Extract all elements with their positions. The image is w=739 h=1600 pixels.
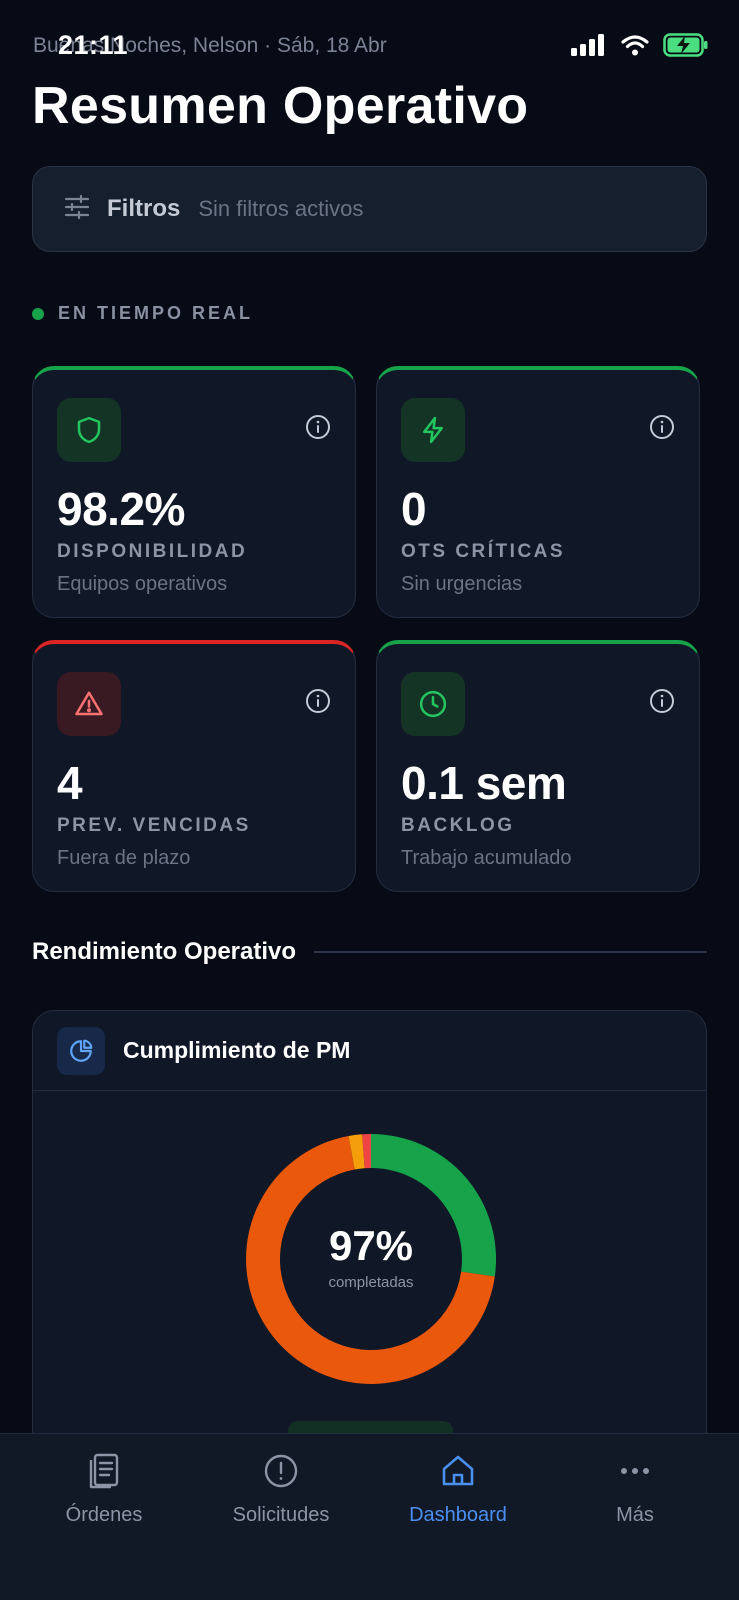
kpi-label: BACKLOG: [401, 815, 515, 836]
tab-label: Órdenes: [65, 1504, 143, 1526]
home-icon: [440, 1448, 476, 1494]
tab-requests[interactable]: Solicitudes: [193, 1448, 369, 1527]
chart-header: Cumplimiento de PM: [33, 1011, 706, 1091]
orders-icon: [87, 1448, 121, 1494]
filter-bar[interactable]: Filtros Sin filtros activos: [32, 166, 707, 252]
kpi-value: 0.1 sem: [401, 757, 567, 809]
kpi-label: OTS CRÍTICAS: [401, 541, 566, 562]
live-dot-icon: [32, 307, 44, 320]
clock-icon: [401, 672, 465, 736]
kpi-card-availability[interactable]: 98.2% DISPONIBILIDAD Equipos operativos: [32, 366, 356, 618]
wifi-icon: [621, 34, 649, 61]
info-icon[interactable]: [305, 688, 331, 719]
info-icon[interactable]: [305, 414, 331, 445]
donut-percent: 97%: [328, 1221, 414, 1269]
status-bar-time: 21:11: [58, 30, 129, 60]
more-dots-icon: [620, 1448, 650, 1494]
tab-more[interactable]: Más: [547, 1448, 723, 1527]
section-header: Rendimiento Operativo: [32, 938, 707, 966]
battery-charging-icon: [663, 33, 709, 62]
kpi-card-critical-orders[interactable]: 0 OTS CRÍTICAS Sin urgencias: [376, 366, 700, 618]
live-indicator: EN TIEMPO REAL: [32, 303, 253, 324]
tab-label: Dashboard: [409, 1504, 507, 1526]
tab-label: Solicitudes: [232, 1504, 330, 1526]
pie-chart-icon: [57, 1026, 105, 1075]
chart-title: Cumplimiento de PM: [123, 1037, 351, 1063]
section-divider: [314, 951, 707, 953]
sliders-icon: [63, 193, 91, 226]
page-title: Resumen Operativo: [32, 77, 529, 135]
warning-triangle-icon: [57, 672, 121, 736]
kpi-label: DISPONIBILIDAD: [57, 541, 248, 562]
alert-circle-icon: [263, 1448, 299, 1494]
filter-label: Filtros: [107, 195, 181, 222]
bottom-tab-bar: Órdenes Solicitudes Dashboard Más: [0, 1433, 739, 1600]
kpi-value: 98.2%: [57, 483, 185, 535]
tab-label: Más: [616, 1504, 654, 1526]
tab-dashboard[interactable]: Dashboard: [370, 1448, 546, 1527]
lightning-icon: [401, 398, 465, 462]
filter-status: Sin filtros activos: [198, 196, 364, 221]
kpi-label: PREV. VENCIDAS: [57, 815, 251, 836]
cellular-signal-icon: [571, 34, 607, 61]
kpi-subtitle: Fuera de plazo: [57, 847, 191, 869]
kpi-card-overdue-preventive[interactable]: 4 PREV. VENCIDAS Fuera de plazo: [32, 640, 356, 892]
kpi-subtitle: Sin urgencias: [401, 573, 523, 595]
kpi-subtitle: Equipos operativos: [57, 573, 228, 595]
status-bar-icons: [571, 33, 709, 62]
donut-subtitle: completadas: [328, 1273, 414, 1291]
pm-donut-chart: 97% completadas: [241, 1129, 501, 1389]
info-icon[interactable]: [649, 414, 675, 445]
shield-icon: [57, 398, 121, 462]
info-icon[interactable]: [649, 688, 675, 719]
section-title: Rendimiento Operativo: [32, 938, 297, 965]
kpi-value: 4: [57, 757, 83, 809]
kpi-card-backlog[interactable]: 0.1 sem BACKLOG Trabajo acumulado: [376, 640, 700, 892]
kpi-value: 0: [401, 483, 427, 535]
donut-center: 97% completadas: [241, 1129, 501, 1389]
live-label: EN TIEMPO REAL: [58, 303, 254, 323]
tab-orders[interactable]: Órdenes: [16, 1448, 192, 1527]
kpi-subtitle: Trabajo acumulado: [401, 847, 572, 869]
